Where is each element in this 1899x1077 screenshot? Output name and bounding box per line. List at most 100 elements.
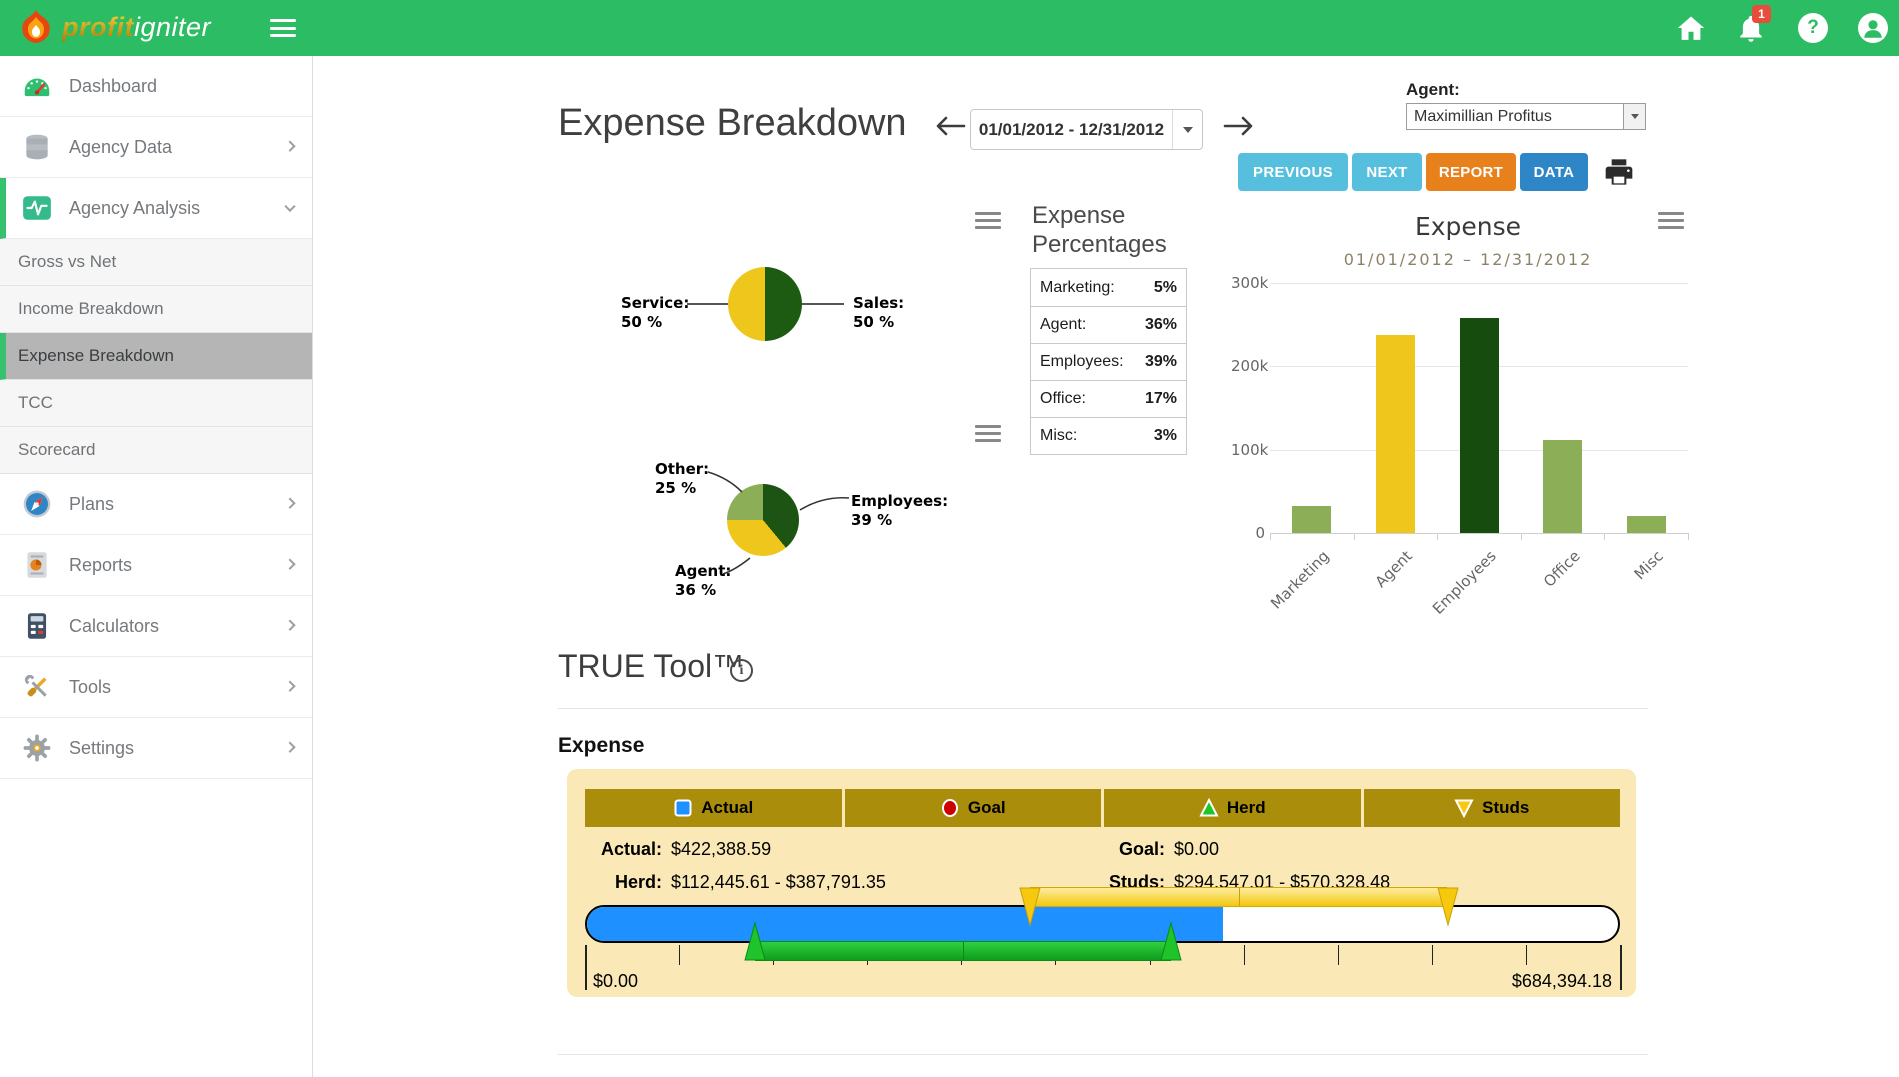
x-axis-label: Employees [1429, 547, 1500, 618]
sidebar-item-agency-analysis[interactable]: Agency Analysis [0, 178, 312, 239]
gauge-actual-fill [587, 907, 1223, 941]
actual-square-icon [673, 798, 693, 818]
sidebar-item-reports[interactable]: Reports [0, 535, 312, 596]
sidebar-item-plans[interactable]: Plans [0, 474, 312, 535]
dashboard-gauge-icon [21, 70, 53, 102]
gauge-axis-tick [679, 945, 680, 965]
sidebar-subitem-gross-vs-net[interactable]: Gross vs Net [0, 239, 312, 286]
y-axis-tick-label: 200k [1231, 357, 1265, 375]
gear-icon [21, 732, 53, 764]
print-icon[interactable] [1603, 156, 1635, 188]
sidebar-item-calculators[interactable]: Calculators [0, 596, 312, 657]
info-icon[interactable]: i [730, 659, 753, 682]
herd-high-marker-icon [1160, 921, 1182, 961]
pie-connector-line [687, 303, 729, 305]
sidebar-item-dashboard[interactable]: Dashboard [0, 56, 312, 117]
agent-label: Agent: [1406, 80, 1460, 100]
x-axis-tick [1688, 533, 1689, 540]
menu-hamburger-icon[interactable] [270, 19, 296, 37]
x-axis-label: Misc [1631, 547, 1667, 583]
chevron-right-icon [284, 141, 295, 152]
y-axis-tick-label: 0 [1231, 524, 1265, 542]
percent-table-title: Expense Percentages [1032, 202, 1167, 260]
pie-menu-hamburger-icon[interactable] [975, 425, 1001, 442]
sidebar-nav: Dashboard Agency Data Agency Analysis Gr… [0, 56, 313, 1077]
logo-text-igniter: igniter [134, 12, 211, 42]
actual-readout: Actual:$422,388.59 [567, 839, 771, 860]
chevron-right-icon [284, 742, 295, 753]
herd-triangle-up-icon [1199, 798, 1219, 818]
sidebar-item-label: Dashboard [69, 76, 157, 97]
true-tool-panel: Actual Goal Herd Studs [567, 769, 1636, 997]
top-bar: profitigniter 1 ? [0, 0, 1899, 56]
gauge-track [585, 905, 1620, 943]
pie-label-employees: Employees: 39 % [851, 492, 948, 530]
legend-goal: Goal [842, 789, 1102, 827]
date-caret[interactable] [1172, 110, 1202, 149]
sidebar-subitem-label: Gross vs Net [18, 252, 116, 272]
sidebar-subitem-scorecard[interactable]: Scorecard [0, 427, 312, 474]
sidebar-item-settings[interactable]: Settings [0, 718, 312, 779]
chevron-right-icon [284, 681, 295, 692]
select-button[interactable] [1623, 104, 1645, 129]
table-row: Agent: 36% [1031, 306, 1186, 343]
app-logo[interactable]: profitigniter [18, 9, 211, 45]
help-icon[interactable]: ? [1798, 13, 1828, 43]
data-button[interactable]: DATA [1520, 153, 1588, 191]
pie-connector-lines [643, 446, 973, 656]
account-icon[interactable] [1858, 13, 1888, 43]
next-button[interactable]: NEXT [1352, 153, 1422, 191]
bar-marketing[interactable] [1292, 506, 1331, 534]
date-range-dropdown[interactable]: 01/01/2012 - 12/31/2012 [970, 109, 1203, 150]
studs-range-band [1030, 887, 1447, 907]
bar-chart-title: Expense [1235, 212, 1701, 241]
pie-connector-line [802, 303, 844, 305]
compass-icon [21, 488, 53, 520]
bar-office[interactable] [1543, 440, 1582, 533]
goal-circle-icon [940, 798, 960, 818]
bar-chart-menu-hamburger-icon[interactable] [1658, 212, 1684, 229]
next-period-arrow-icon[interactable] [1222, 111, 1256, 141]
bar-agent[interactable] [1376, 335, 1415, 533]
report-document-icon [21, 549, 53, 581]
sidebar-item-tools[interactable]: Tools [0, 657, 312, 718]
gridline [1270, 283, 1688, 284]
x-axis-tick [1437, 533, 1438, 540]
divider [558, 1054, 1648, 1055]
pulse-chart-icon [21, 192, 53, 224]
sidebar-subitem-income-breakdown[interactable]: Income Breakdown [0, 286, 312, 333]
page-title: Expense Breakdown [558, 102, 907, 145]
studs-low-marker-icon [1019, 887, 1041, 927]
main-content: Expense Breakdown 01/01/2012 - 12/31/201… [313, 56, 1899, 1077]
report-button[interactable]: REPORT [1426, 153, 1516, 191]
legend-studs: Studs [1361, 789, 1621, 827]
calculator-icon [21, 610, 53, 642]
y-axis-tick-label: 300k [1231, 274, 1265, 292]
chevron-right-icon [284, 498, 295, 509]
sidebar-subitem-expense-breakdown[interactable]: Expense Breakdown [0, 333, 312, 380]
x-axis-label: Marketing [1267, 547, 1333, 613]
bar-misc[interactable] [1627, 516, 1666, 533]
sidebar-item-agency-data[interactable]: Agency Data [0, 117, 312, 178]
gauge-axis-tick [1526, 945, 1527, 965]
expense-bar-chart: Expense 01/01/2012 – 12/31/2012 300k200k… [1235, 200, 1701, 610]
previous-button[interactable]: PREVIOUS [1238, 153, 1348, 191]
previous-period-arrow-icon[interactable] [933, 111, 967, 141]
gauge-max-label: $684,394.18 [1285, 971, 1612, 992]
agent-select[interactable]: Maximillian Profitus [1406, 103, 1646, 130]
legend-actual: Actual [585, 789, 842, 827]
gauge-axis-tick [1620, 945, 1622, 990]
pie-menu-hamburger-icon[interactable] [975, 212, 1001, 229]
gauge-axis-tick [1432, 945, 1433, 965]
logo-text-profit: profit [62, 12, 134, 42]
herd-range-band [755, 941, 1171, 961]
x-axis-tick [1354, 533, 1355, 540]
bar-employees[interactable] [1460, 318, 1499, 533]
x-axis-tick [1270, 533, 1271, 540]
sidebar-item-label: Settings [69, 738, 134, 759]
gauge-legend: Actual Goal Herd Studs [585, 789, 1620, 827]
income-split-pie-chart[interactable] [728, 267, 802, 341]
sidebar-subitem-tcc[interactable]: TCC [0, 380, 312, 427]
home-icon[interactable] [1676, 13, 1706, 43]
sidebar-subitem-label: Expense Breakdown [18, 346, 174, 366]
